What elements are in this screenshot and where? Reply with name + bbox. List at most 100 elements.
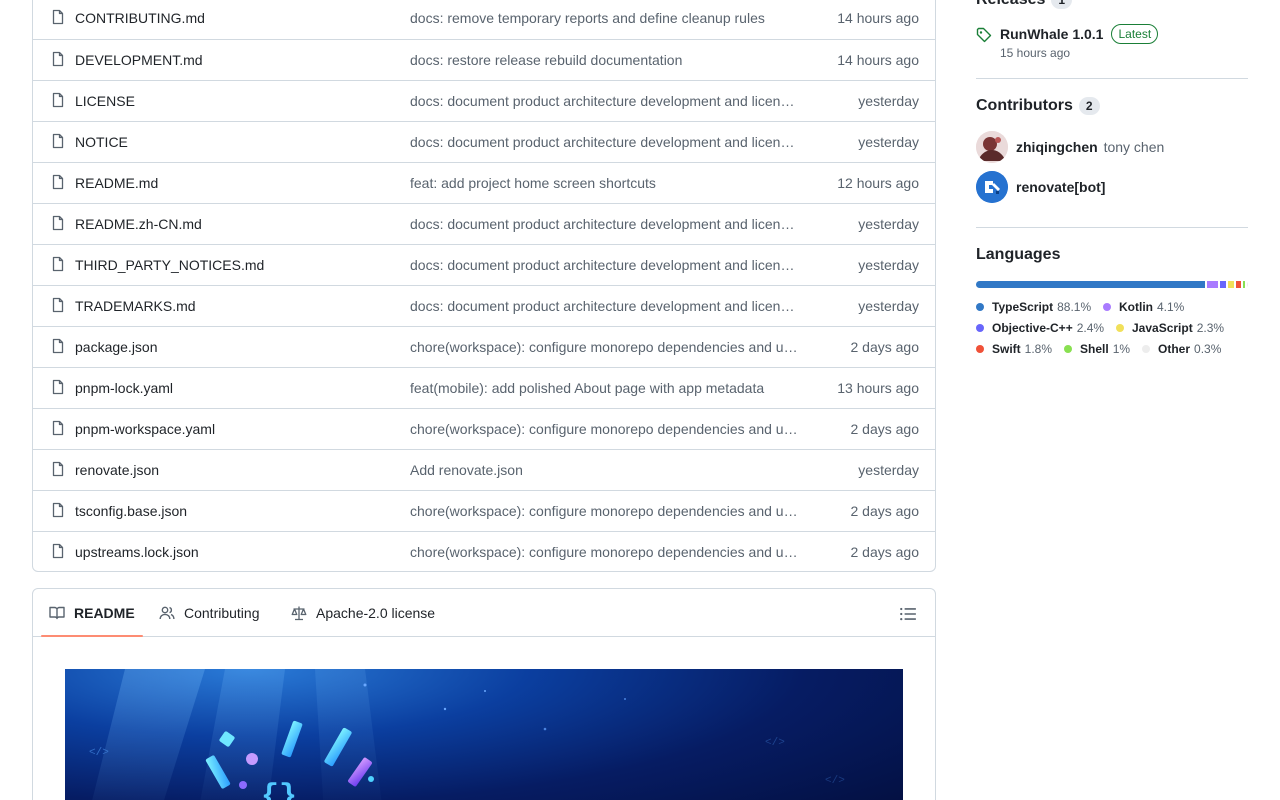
file-name-link[interactable]: tsconfig.base.json xyxy=(75,503,187,519)
commit-time: 14 hours ago xyxy=(837,10,919,26)
release-entry[interactable]: RunWhale 1.0.1 Latest xyxy=(1000,24,1159,44)
commit-time: 13 hours ago xyxy=(837,380,919,396)
file-row: CONTRIBUTING.md docs: remove temporary re… xyxy=(33,0,935,39)
commit-message-link[interactable]: docs: document product architecture deve… xyxy=(410,257,800,273)
language-bar-segment xyxy=(1227,281,1234,288)
file-name-link[interactable]: README.zh-CN.md xyxy=(75,216,202,232)
tab-license[interactable]: Apache-2.0 license xyxy=(291,589,435,637)
commit-message-link[interactable]: chore(workspace): configure monorepo dep… xyxy=(410,503,800,519)
language-bar-segment xyxy=(1235,281,1241,288)
commit-message-link[interactable]: docs: document product architecture deve… xyxy=(410,216,800,232)
language-item[interactable]: Swift 1.8% xyxy=(976,342,1052,356)
file-name-link[interactable]: LICENSE xyxy=(75,93,135,109)
file-name-link[interactable]: pnpm-workspace.yaml xyxy=(75,421,215,437)
file-name-link[interactable]: NOTICE xyxy=(75,134,128,150)
file-name-link[interactable]: CONTRIBUTING.md xyxy=(75,10,205,26)
file-row: pnpm-workspace.yaml chore(workspace): con… xyxy=(33,408,935,449)
commit-message-link[interactable]: chore(workspace): configure monorepo dep… xyxy=(410,339,800,355)
sidebar-divider xyxy=(976,227,1248,228)
file-name-link[interactable]: README.md xyxy=(75,175,158,191)
commit-time: 14 hours ago xyxy=(837,52,919,68)
file-name-link[interactable]: pnpm-lock.yaml xyxy=(75,380,173,396)
language-name: Shell xyxy=(1080,342,1109,356)
commit-time: 2 days ago xyxy=(850,544,920,560)
file-name-link[interactable]: renovate.json xyxy=(75,462,159,478)
language-percent: 2.3% xyxy=(1196,321,1225,335)
tag-icon xyxy=(976,27,992,43)
language-color-dot xyxy=(1103,303,1111,311)
language-percent: 1.8% xyxy=(1024,342,1053,356)
language-item[interactable]: JavaScript 2.3% xyxy=(1116,321,1224,335)
file-icon xyxy=(52,133,64,149)
commit-message-link[interactable]: docs: document product architecture deve… xyxy=(410,93,800,109)
contributor-zhiqingchen[interactable]: zhiqingchen tony chen xyxy=(1016,139,1164,155)
commit-message-link[interactable]: Add renovate.json xyxy=(410,462,800,478)
language-percent: 2.4% xyxy=(1076,321,1105,335)
renovate-logo-icon xyxy=(976,171,1008,203)
commit-message-link[interactable]: docs: remove temporary reports and defin… xyxy=(410,10,800,26)
file-icon xyxy=(52,338,64,354)
language-bar-segment xyxy=(1242,281,1246,288)
language-name: Objective-C++ xyxy=(992,321,1073,335)
file-icon xyxy=(52,9,64,25)
commit-time: yesterday xyxy=(858,257,919,273)
commit-time: 2 days ago xyxy=(850,339,920,355)
readme-panel: README Contributing Apache-2.0 license {… xyxy=(32,588,936,800)
tab-contributing[interactable]: Contributing xyxy=(159,589,260,637)
language-item[interactable]: Shell 1% xyxy=(1064,342,1130,356)
languages-title: Languages xyxy=(976,246,1061,263)
language-name: TypeScript xyxy=(992,300,1054,314)
readme-tabs: README Contributing Apache-2.0 license xyxy=(33,589,935,637)
language-color-dot xyxy=(976,303,984,311)
language-percent: 88.1% xyxy=(1057,300,1092,314)
releases-count: 1 xyxy=(1051,0,1073,9)
language-color-dot xyxy=(1116,324,1124,332)
commit-time: yesterday xyxy=(858,134,919,150)
language-bar-segment xyxy=(1219,281,1226,288)
contributors-heading[interactable]: Contributors 2 xyxy=(976,97,1100,115)
language-color-dot xyxy=(1064,345,1072,353)
language-item[interactable]: Kotlin 4.1% xyxy=(1103,300,1184,314)
releases-heading[interactable]: Releases 1 xyxy=(976,0,1073,9)
file-name-link[interactable]: package.json xyxy=(75,339,158,355)
svg-text:{}: {} xyxy=(261,780,297,800)
file-name-link[interactable]: upstreams.lock.json xyxy=(75,544,199,560)
file-row: NOTICE docs: document product architectur… xyxy=(33,121,935,162)
commit-message-link[interactable]: docs: document product architecture deve… xyxy=(410,298,800,314)
language-name: Other xyxy=(1158,342,1191,356)
language-item[interactable]: Objective-C++ 2.4% xyxy=(976,321,1104,335)
language-name: JavaScript xyxy=(1132,321,1193,335)
commit-message-link[interactable]: docs: restore release rebuild documentat… xyxy=(410,52,800,68)
commit-time: yesterday xyxy=(858,93,919,109)
list-unordered-icon[interactable] xyxy=(899,605,917,623)
file-row: DEVELOPMENT.md docs: restore release rebu… xyxy=(33,39,935,80)
commit-message-link[interactable]: chore(workspace): configure monorepo dep… xyxy=(410,544,800,560)
commit-message-link[interactable]: chore(workspace): configure monorepo dep… xyxy=(410,421,800,437)
avatar-zhiqingchen[interactable] xyxy=(976,131,1008,163)
language-item[interactable]: TypeScript 88.1% xyxy=(976,300,1091,314)
file-name-link[interactable]: DEVELOPMENT.md xyxy=(75,52,203,68)
file-icon xyxy=(52,502,64,518)
readme-banner-image: {} </> </> </> xyxy=(65,669,903,800)
contributor-name: tony chen xyxy=(1103,139,1165,155)
file-icon xyxy=(52,51,64,67)
commit-message-link[interactable]: feat(mobile): add polished About page wi… xyxy=(410,380,800,396)
file-row: pnpm-lock.yaml feat(mobile): add polished… xyxy=(33,367,935,408)
commit-time: 2 days ago xyxy=(850,503,920,519)
file-row: package.json chore(workspace): configure … xyxy=(33,326,935,367)
file-name-link[interactable]: TRADEMARKS.md xyxy=(75,298,196,314)
avatar-image xyxy=(976,131,1008,163)
tab-readme[interactable]: README xyxy=(49,589,135,637)
avatar-renovate-bot[interactable] xyxy=(976,171,1008,203)
commit-message-link[interactable]: feat: add project home screen shortcuts xyxy=(410,175,800,191)
language-item[interactable]: Other 0.3% xyxy=(1142,342,1221,356)
contributor-renovate-bot[interactable]: renovate[bot] xyxy=(1016,179,1105,195)
file-icon xyxy=(52,256,64,272)
active-tab-indicator xyxy=(41,635,143,637)
language-color-dot xyxy=(1142,345,1150,353)
file-name-link[interactable]: THIRD_PARTY_NOTICES.md xyxy=(75,257,264,273)
law-icon xyxy=(291,606,307,621)
language-color-dot xyxy=(976,324,984,332)
commit-message-link[interactable]: docs: document product architecture deve… xyxy=(410,134,800,150)
file-row: TRADEMARKS.md docs: document product arch… xyxy=(33,285,935,326)
